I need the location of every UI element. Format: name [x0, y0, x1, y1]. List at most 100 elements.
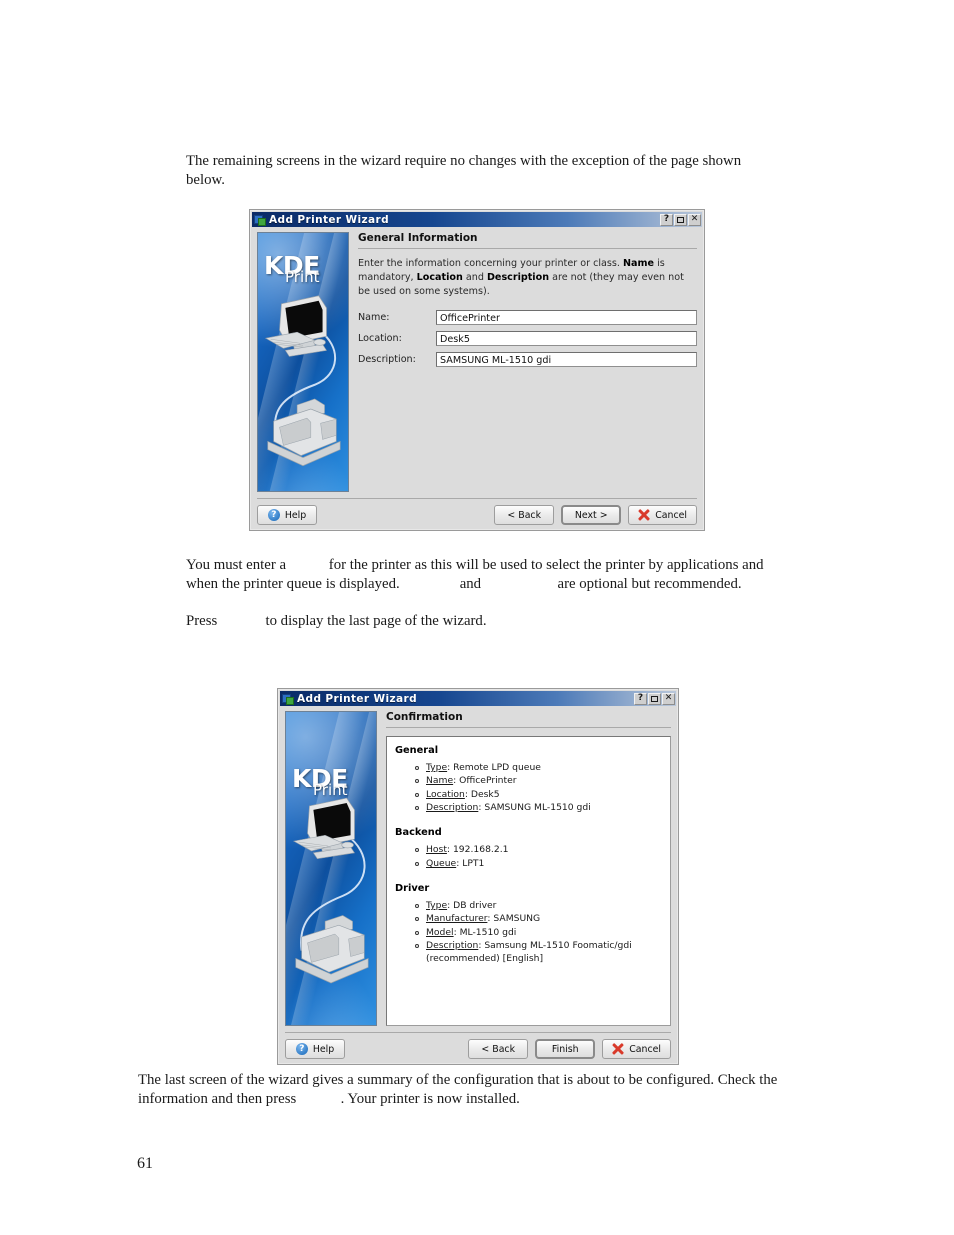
kde-print-banner: KDE Print — [285, 711, 377, 1026]
desc-bold-description: Description — [486, 271, 550, 283]
list-item: Manufacturer: SAMSUNG — [415, 912, 664, 925]
maximize-icon — [651, 695, 658, 702]
cancel-button-label: Cancel — [655, 509, 687, 521]
list-item: Type: DB driver — [415, 899, 664, 912]
summary-list: Type: DB driver Manufacturer: SAMSUNG Mo… — [415, 899, 664, 966]
desc-bold-name: Name — [623, 258, 655, 269]
form-row-description: Description: SAMSUNG ML-1510 gdi — [358, 351, 697, 367]
closing-part-2: . Your printer is now installed. — [340, 1090, 520, 1107]
description-label: Description: — [358, 353, 416, 365]
cancel-button-label: Cancel — [629, 1043, 661, 1055]
desc-part-3: and — [462, 271, 487, 283]
item-key: Type — [426, 900, 448, 912]
mid-gap-name: Name — [290, 557, 325, 573]
window-title: Add Printer Wizard — [269, 213, 390, 226]
close-window-button[interactable]: ✕ — [662, 692, 675, 705]
titlebar-buttons: ? ✕ — [660, 213, 701, 226]
finish-button[interactable]: Finish — [535, 1039, 596, 1059]
printer-and-monitor-illustration — [292, 797, 369, 984]
item-key: Queue — [426, 857, 457, 869]
window-app-icon — [254, 214, 266, 226]
cancel-icon — [638, 509, 650, 521]
item-value: : LPT1 — [456, 857, 485, 869]
back-button[interactable]: < Back — [494, 505, 555, 525]
cancel-button[interactable]: Cancel — [628, 505, 697, 525]
press-gap-next: Next > — [221, 613, 262, 629]
window-title: Add Printer Wizard — [297, 692, 418, 705]
dialog-body: KDE Print — [280, 706, 676, 1026]
printer-and-monitor-illustration — [264, 295, 341, 467]
add-printer-wizard-dialog-confirmation[interactable]: Add Printer Wizard ? ✕ KDE Print Confirm… — [277, 688, 679, 1065]
group-title: Backend — [395, 827, 442, 839]
next-button[interactable]: Next > — [561, 505, 622, 525]
list-item: Type: Remote LPD queue — [415, 761, 664, 774]
help-window-button[interactable]: ? — [634, 692, 647, 705]
page-title: Confirmation — [386, 711, 671, 728]
item-value: : DB driver — [447, 900, 497, 912]
list-item: Queue: LPT1 — [415, 857, 664, 870]
summary-group-backend: Backend Host: 192.168.2.1 Queue: LPT1 — [395, 827, 664, 870]
list-item: Host: 192.168.2.1 — [415, 843, 664, 856]
maximize-window-button[interactable] — [648, 692, 661, 705]
dialog-content: Confirmation General Type: Remote LPD qu… — [377, 711, 671, 1026]
summary-group-general: General Type: Remote LPD queue Name: Off… — [395, 745, 664, 814]
list-item: Description: SAMSUNG ML-1510 gdi — [415, 801, 664, 814]
mid-gap-location: Location — [403, 576, 456, 592]
item-value: : SAMSUNG — [487, 913, 541, 925]
dialog-button-bar: ? Help < Back Finish Cancel — [285, 1032, 671, 1064]
intro-line-1: The remaining screens in the wizard requ… — [186, 153, 742, 169]
cancel-button[interactable]: Cancel — [602, 1039, 671, 1059]
help-window-button[interactable]: ? — [660, 213, 673, 226]
add-printer-wizard-dialog-general[interactable]: Add Printer Wizard ? ✕ KDE Print General… — [249, 209, 705, 531]
dialog-content: General Information Enter the informatio… — [349, 232, 697, 492]
location-input[interactable]: Desk5 — [436, 330, 697, 346]
list-item: Model: ML-1510 gdi — [415, 926, 664, 939]
confirmation-summary-panel: General Type: Remote LPD queue Name: Off… — [386, 736, 671, 1026]
help-button-label: Help — [312, 1043, 335, 1055]
item-value-continuation: (recommended) [English] — [426, 953, 544, 965]
back-button[interactable]: < Back — [468, 1039, 529, 1059]
list-item: Location: Desk5 — [415, 788, 664, 801]
list-item: Name: OfficePrinter — [415, 774, 664, 787]
mid-paragraph: You must enter a Name for the printer as… — [186, 556, 798, 594]
closing-paragraph: The last screen of the wizard gives a su… — [138, 1071, 798, 1109]
page-number: 61 — [137, 1155, 153, 1172]
item-value: : Samsung ML-1510 Foomatic/gdi — [478, 940, 632, 952]
close-window-button[interactable]: ✕ — [688, 213, 701, 226]
help-button[interactable]: ? Help — [285, 1039, 345, 1059]
item-value: : Desk5 — [464, 788, 500, 800]
summary-list: Host: 192.168.2.1 Queue: LPT1 — [415, 843, 664, 870]
item-value: : OfficePrinter — [453, 775, 517, 787]
dialog-button-bar: ? Help < Back Next > Cancel — [257, 498, 697, 530]
titlebar[interactable]: Add Printer Wizard ? ✕ — [280, 691, 676, 706]
page-description: Enter the information concerning your pr… — [358, 257, 697, 299]
location-label: Location: — [358, 332, 402, 344]
mid-part-1: You must enter a — [186, 557, 287, 573]
summary-list: Type: Remote LPD queue Name: OfficePrint… — [415, 761, 664, 814]
maximize-window-button[interactable] — [674, 213, 687, 226]
item-value: : Remote LPD queue — [447, 762, 541, 773]
mid-gap-description: Description — [485, 576, 554, 592]
titlebar[interactable]: Add Printer Wizard ? ✕ — [252, 212, 702, 227]
item-key: Description — [426, 940, 479, 952]
item-key: Type — [426, 762, 448, 773]
intro-paragraph: The remaining screens in the wizard requ… — [186, 152, 786, 190]
help-button-label: Help — [284, 509, 307, 521]
page-title: General Information — [358, 232, 697, 249]
help-button[interactable]: ? Help — [257, 505, 317, 525]
group-title: General — [395, 745, 439, 756]
name-input[interactable]: OfficePrinter — [436, 309, 697, 325]
item-key: Manufacturer — [426, 913, 488, 925]
titlebar-buttons: ? ✕ — [634, 692, 675, 705]
press-paragraph: Press Next > to display the last page of… — [186, 612, 786, 631]
item-key: Host — [426, 844, 447, 856]
closing-gap-finish: Finish — [300, 1091, 337, 1107]
item-value: : 192.168.2.1 — [446, 844, 509, 856]
press-part-2: to display the last page of the wizard. — [265, 613, 487, 629]
desc-part-1: Enter the information concerning your pr… — [358, 258, 623, 269]
description-input[interactable]: SAMSUNG ML-1510 gdi — [436, 351, 697, 367]
item-value: : SAMSUNG ML-1510 gdi — [478, 802, 591, 814]
list-item: Description: Samsung ML-1510 Foomatic/gd… — [415, 939, 664, 966]
item-value: : ML-1510 gdi — [453, 926, 517, 938]
form-row-location: Location: Desk5 — [358, 330, 697, 346]
